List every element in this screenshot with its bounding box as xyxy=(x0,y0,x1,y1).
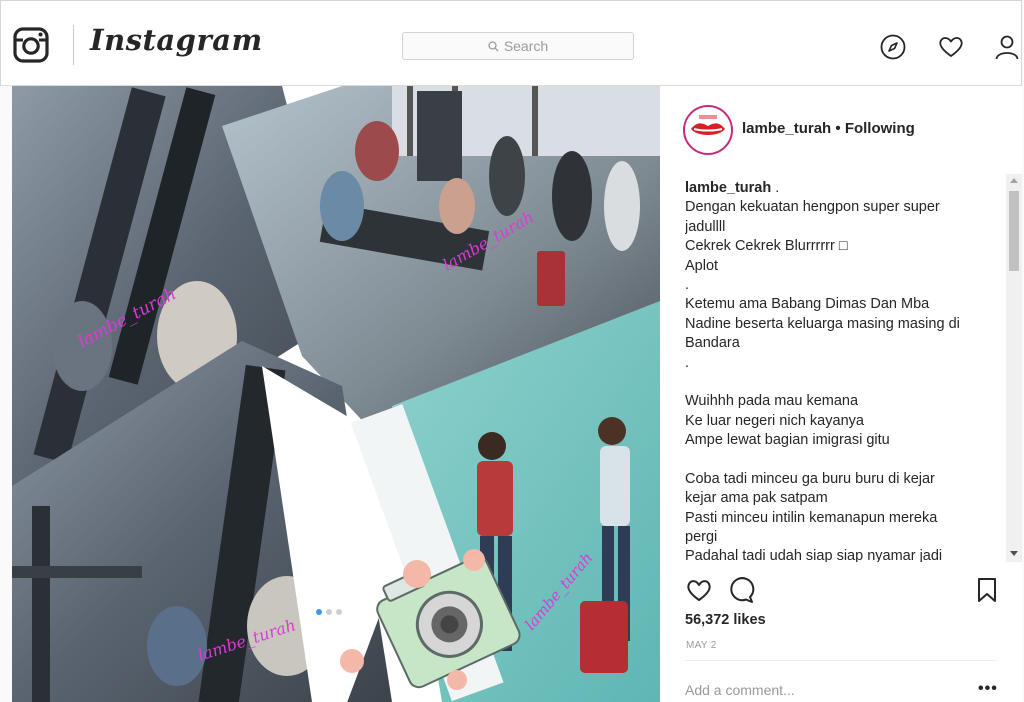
compass-icon[interactable] xyxy=(879,33,907,61)
like-count[interactable]: 56,372 likes xyxy=(685,612,766,628)
caption-line xyxy=(685,450,1003,469)
like-heart-icon[interactable] xyxy=(685,576,713,604)
scroll-down-arrow-icon[interactable] xyxy=(1010,551,1018,556)
following-button[interactable]: Following xyxy=(845,120,915,137)
caption-line: Dengan kekuatan hengpon super super xyxy=(685,199,940,216)
caption-line: . xyxy=(775,180,780,196)
caption-line: Cekrek Cekrek Blurrrrrr □ xyxy=(685,238,848,255)
caption-line: Padahal tadi udah siap siap nyamar jadi xyxy=(685,548,943,562)
bookmark-icon[interactable] xyxy=(975,577,999,603)
caption-line: Bandara xyxy=(685,335,740,352)
caption-line: . xyxy=(685,354,690,371)
top-navigation-bar: Instagram Search xyxy=(0,0,1022,86)
caption-line: kejar ama pak satpam xyxy=(685,490,828,507)
caption-line xyxy=(685,373,1003,392)
search-input[interactable]: Search xyxy=(402,32,634,60)
divider xyxy=(685,660,997,661)
header-separator: • xyxy=(835,120,841,137)
heart-icon[interactable] xyxy=(937,33,965,61)
carousel-dot-1[interactable] xyxy=(316,609,322,615)
caption-line: . xyxy=(685,276,690,293)
search-placeholder: Search xyxy=(503,38,549,54)
instagram-logo-icon[interactable] xyxy=(13,27,49,63)
avatar[interactable] xyxy=(683,105,733,155)
carousel-dot-2[interactable] xyxy=(326,609,332,615)
instagram-wordmark[interactable]: Instagram xyxy=(90,23,263,57)
profile-icon[interactable] xyxy=(993,33,1021,61)
lips-logo-icon xyxy=(686,108,730,152)
caption-scrollbar[interactable] xyxy=(1006,174,1022,562)
caption-line: Coba tadi minceu ga buru buru di kejar xyxy=(685,470,935,487)
caption-line: Wuihhh pada mau kemana xyxy=(685,393,859,410)
carousel-dots[interactable] xyxy=(316,609,342,615)
post-date: MAY 2 xyxy=(686,640,717,651)
logo-divider xyxy=(73,25,74,65)
scrollbar-thumb[interactable] xyxy=(1009,191,1019,271)
post-header: lambe_turah • Following xyxy=(742,120,915,137)
search-icon xyxy=(488,40,499,51)
caption-username[interactable]: lambe_turah xyxy=(685,180,771,196)
more-options-icon[interactable]: ••• xyxy=(978,680,998,698)
caption-line: Ampe lewat bagian imigrasi gitu xyxy=(685,432,890,449)
caption-line: jadullll xyxy=(685,218,726,235)
add-comment-input[interactable]: Add a comment... xyxy=(685,682,795,698)
caption-line: Ke luar negeri nich kayanya xyxy=(685,412,864,429)
comment-icon[interactable] xyxy=(727,576,755,604)
post-username[interactable]: lambe_turah xyxy=(742,120,831,137)
post-actions xyxy=(685,576,1000,606)
caption-line: Pasti minceu intilin kemanapun mereka xyxy=(685,509,938,526)
caption-line: Ketemu ama Babang Dimas Dan Mba xyxy=(685,296,930,313)
post-sidebar: lambe_turah • Following lambe_turah . De… xyxy=(660,86,1022,702)
caption-line: pergi xyxy=(685,529,718,546)
caption-line: Aplot xyxy=(685,257,719,274)
scroll-up-arrow-icon[interactable] xyxy=(1010,178,1018,183)
carousel-dot-3[interactable] xyxy=(336,609,342,615)
caption-line: Nadine beserta keluarga masing masing di xyxy=(685,315,960,332)
caption: lambe_turah . Dengan kekuatan hengpon su… xyxy=(685,179,1003,562)
